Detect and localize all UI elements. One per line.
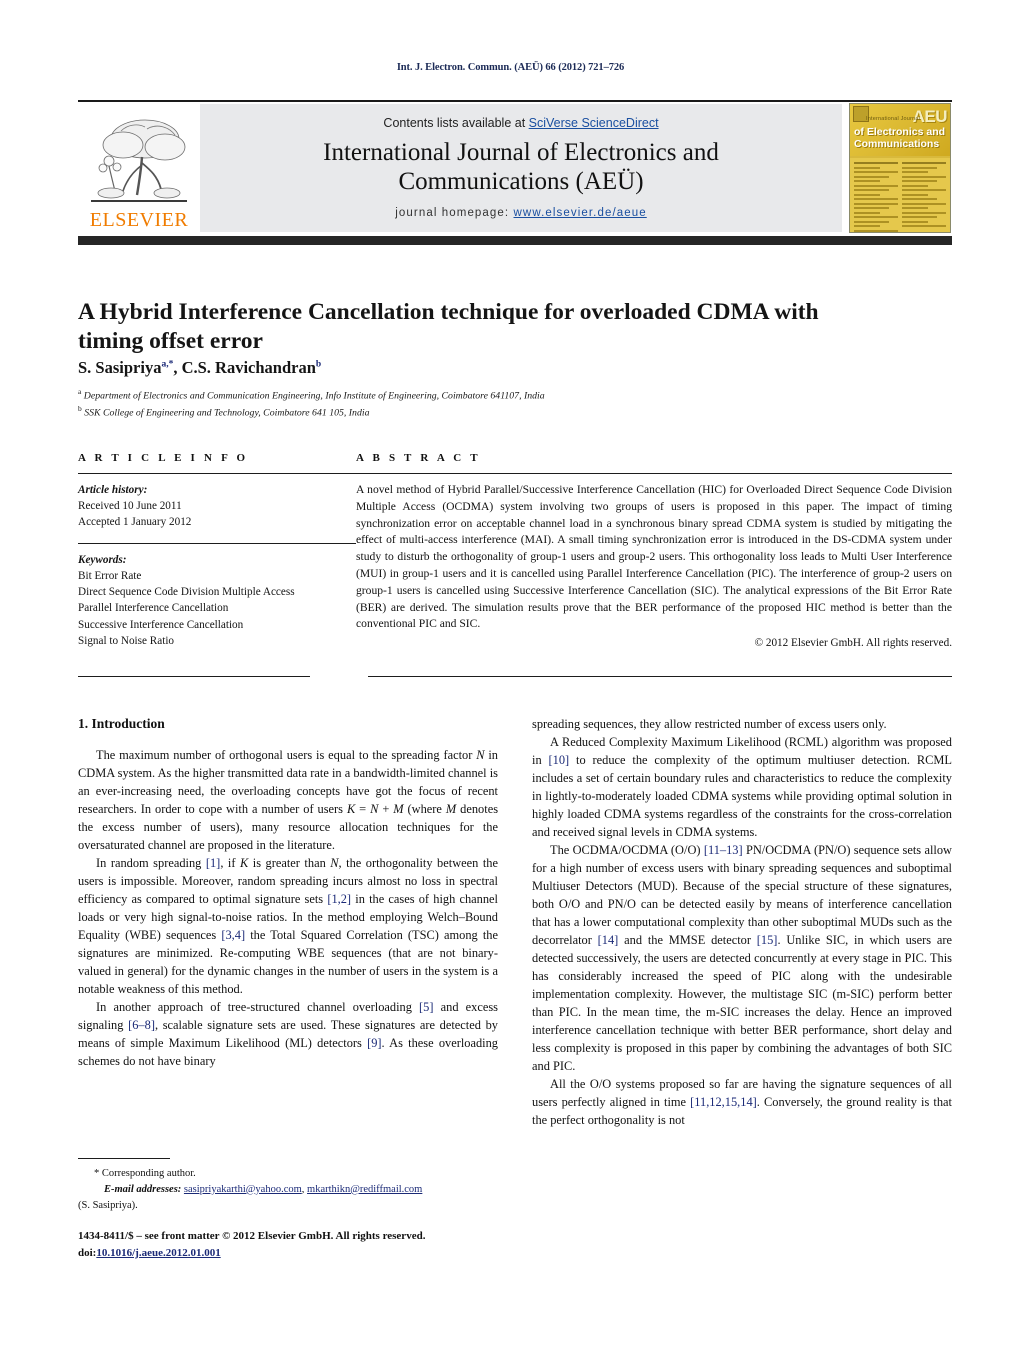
cover-subtitle: International Journal [866,116,921,122]
journal-header-band: ELSEVIER Contents lists available at Sci… [78,103,952,233]
affiliations: a Department of Electronics and Communic… [78,386,898,421]
cover-title-line-1: of Electronics and [854,126,946,138]
keywords-label: Keywords: [78,553,127,566]
keywords-rule [78,542,356,544]
cover-title-line-2: Communications [854,138,940,150]
doi-link[interactable]: 10.1016/j.aeue.2012.01.001 [96,1247,220,1259]
elsevier-tree-icon [91,119,187,202]
email-link-2[interactable]: mkarthikn@rediffmail.com [307,1184,422,1195]
email-label: E-mail addresses: [104,1183,182,1195]
abstract-rule [356,473,952,474]
footnote-text: * Corresponding author. E-mail addresses… [78,1166,498,1213]
abstract-column: A B S T R A C T A novel method of Hybrid… [356,452,952,649]
cover-top-band: AEU International Journal of Electronics… [850,104,950,156]
article-info-rule [78,473,356,474]
doi-label: doi: [78,1246,97,1259]
body-two-column-region: 1. Introduction The maximum number of or… [78,716,952,1130]
journal-homepage-line: journal homepage: www.elsevier.de/aeue [395,207,647,219]
paragraph: spreading sequences, they allow restrict… [532,717,887,731]
abstract-text: A novel method of Hybrid Parallel/Succes… [356,483,952,631]
cover-contents-area [850,158,950,232]
journal-title-line-1: International Journal of Electronics and [323,138,719,166]
contents-prefix: Contents lists available at [383,115,529,130]
article-received: Received 10 June 2011 [78,500,182,513]
info-abstract-region: A R T I C L E I N F O Article history: R… [78,452,952,649]
paragraph: In random spreading [1], if K is greater… [78,855,499,996]
header-top-rule [78,100,952,102]
paragraph: The maximum number of orthogonal users i… [78,748,499,852]
paragraph: All the O/O systems proposed so far are … [532,1076,952,1127]
keyword-item: Direct Sequence Code Division Multiple A… [78,586,295,599]
paragraph: In another approach of tree-structured c… [78,999,498,1068]
keyword-item: Bit Error Rate [78,569,142,582]
keyword-item: Successive Interference Cancellation [78,618,244,631]
homepage-url-link[interactable]: www.elsevier.de/aeue [514,207,647,219]
article-history-block: Article history: Received 10 June 2011 A… [78,482,356,531]
front-matter-line: 1434-8411/$ – see front matter © 2012 El… [78,1230,426,1242]
affiliation-a: a Department of Electronics and Communic… [78,387,545,402]
cover-column-left [854,162,898,232]
paragraph: A Reduced Complexity Maximum Likelihood … [532,734,952,839]
affiliation-a-text: Department of Electronics and Communicat… [83,390,545,402]
body-right-column: spreading sequences, they allow restrict… [532,716,952,1130]
email-owner: (S. Sasipriya). [78,1199,138,1211]
journal-masthead: Contents lists available at SciVerse Sci… [200,104,842,232]
running-head: Int. J. Electron. Commun. (AEÜ) 66 (2012… [396,62,625,73]
page-title: A Hybrid Interference Cancellation techn… [78,298,819,355]
affiliation-b: b SSK College of Engineering and Technol… [78,404,370,419]
article-accepted: Accepted 1 January 2012 [78,516,192,529]
article-info-heading: A R T I C L E I N F O [78,452,249,464]
article-info-column: A R T I C L E I N F O Article history: R… [78,452,356,649]
journal-cover-thumbnail: AEU International Journal of Electronics… [848,103,952,233]
contents-list-line: Contents lists available at SciVerse Sci… [383,116,658,130]
elsevier-wordmark: ELSEVIER [89,209,189,231]
paragraph: The OCDMA/OCDMA (O/O) [11–13] PN/OCDMA (… [532,842,952,1073]
journal-title: International Journal of Electronics and… [323,138,719,197]
email-line: E-mail addresses: sasipriyakarthi@yahoo.… [78,1182,498,1198]
cover-image: AEU International Journal of Electronics… [849,103,951,233]
abstract-column-bottom-rule [368,676,952,677]
keyword-item: Signal to Noise Ratio [78,634,175,647]
page-footer: 1434-8411/$ – see front matter © 2012 El… [78,1228,578,1261]
article-history-label: Article history: [78,484,148,496]
journal-title-line-2: Communications (AEÜ) [398,168,644,195]
affiliation-b-text: SSK College of Engineering and Technolog… [84,407,370,419]
corresponding-author-footnote: * Corresponding author. E-mail addresses… [78,1158,498,1213]
keywords-block: Keywords: Bit Error Rate Direct Sequence… [78,552,356,649]
info-column-bottom-rule [78,676,310,677]
sciencedirect-link[interactable]: SciVerse ScienceDirect [529,116,659,130]
abstract-copyright: © 2012 Elsevier GmbH. All rights reserve… [754,637,952,650]
elsevier-logo: ELSEVIER [78,104,200,232]
corresponding-author-line: * Corresponding author. [94,1168,196,1179]
keyword-item: Parallel Interference Cancellation [78,602,229,615]
abstract-heading: A B S T R A C T [356,452,481,464]
cover-column-right [902,162,946,232]
homepage-label: journal homepage: [395,206,514,219]
doi-line: doi:10.1016/j.aeue.2012.01.001 [78,1245,578,1262]
body-left-column: 1. Introduction The maximum number of or… [78,716,498,1130]
footnote-rule [78,1158,170,1159]
author-list: S. Sasipriyaa,*, C.S. Ravichandranb [78,358,322,377]
email-link-1[interactable]: sasipriyakarthi@yahoo.com [184,1184,302,1195]
header-bottom-rule [78,236,952,245]
section-heading-introduction: 1. Introduction [78,716,165,731]
article-page: Int. J. Electron. Commun. (AEÜ) 66 (2012… [0,0,1021,1351]
